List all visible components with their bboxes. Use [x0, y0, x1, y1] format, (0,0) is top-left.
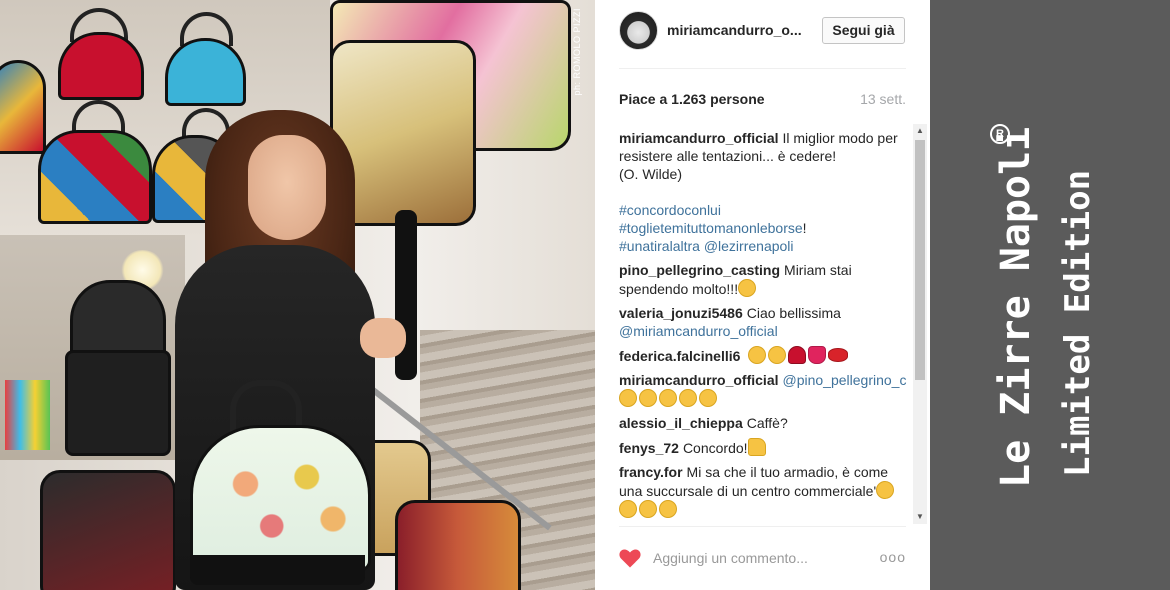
kiss-emoji-icon: [699, 389, 717, 407]
kiss-emoji-icon: [679, 389, 697, 407]
scroll-up-arrow-icon[interactable]: ▲: [913, 124, 927, 138]
post-header: miriamcandurro_o... Segui già: [595, 0, 930, 69]
caption: miriamcandurro_official Il miglior modo p…: [619, 129, 907, 255]
rose-emoji-icon: [788, 346, 807, 364]
heart-eyes-emoji-icon: [768, 346, 787, 364]
grimace-emoji-icon: [738, 279, 757, 297]
comment-user[interactable]: francy.for: [619, 464, 683, 480]
heart-eyes-emoji-icon: [748, 346, 767, 364]
comment-item: miriamcandurro_official @pino_pellegrino_…: [619, 371, 907, 408]
comments-scrollbar[interactable]: ▲ ▼: [913, 124, 927, 524]
caption-attribution: (O. Wilde): [619, 166, 682, 182]
header-divider: [619, 68, 906, 69]
hashtag-link[interactable]: #unatiralaltra: [619, 238, 700, 254]
post-username[interactable]: miriamcandurro_o...: [667, 22, 802, 38]
post-age[interactable]: 13 sett.: [860, 91, 906, 107]
brand-edition: Limited Edition: [1058, 169, 1098, 477]
smile-emoji-icon: [619, 500, 637, 518]
follow-button[interactable]: Segui già: [822, 17, 905, 44]
photo-credit: ph: ROMOLO PIZZI: [572, 8, 582, 96]
hashtag-link[interactable]: #concordoconlui: [619, 201, 907, 219]
striped-bag: [0, 60, 46, 154]
post-panel: miriamcandurro_o... Segui già Piace a 1.…: [595, 0, 930, 590]
like-heart-icon[interactable]: [618, 546, 642, 570]
comment-user[interactable]: fenys_72: [619, 440, 679, 456]
kiss-lips-emoji-icon: [828, 348, 849, 362]
thumbs-up-emoji-icon: [747, 438, 766, 456]
person-hand: [360, 318, 406, 358]
brand-name: Le Zirre Napoli: [993, 126, 1039, 488]
comment-item: federica.falcinelli6: [619, 346, 907, 365]
rail-bag: [395, 500, 521, 590]
brand-panel: Le Zirre Napoli Limited Edition R: [930, 0, 1170, 590]
hashtag-link[interactable]: #toglietemituttomanonleborse: [619, 220, 803, 236]
comment-item: francy.for Mi sa che il tuo armadio, è co…: [619, 463, 907, 519]
smile-emoji-icon: [659, 500, 677, 518]
black-hat: [70, 280, 166, 356]
comment-text: Ciao bellissima: [746, 305, 841, 321]
smile-emoji-icon: [639, 500, 657, 518]
comment-user[interactable]: miriamcandurro_official: [619, 130, 779, 146]
post-photo[interactable]: ph: ROMOLO PIZZI: [0, 0, 595, 590]
floor-backpack: [40, 470, 176, 590]
laughing-emoji-icon: [639, 389, 657, 407]
likes-count[interactable]: Piace a 1.263 persone: [619, 91, 765, 107]
black-bag: [65, 350, 171, 456]
comment-item: alessio_il_chieppa Caffè?: [619, 414, 907, 432]
comment-user[interactable]: pino_pellegrino_casting: [619, 262, 780, 278]
comment-user[interactable]: federica.falcinelli6: [619, 348, 740, 364]
comment-item: pino_pellegrino_casting Miriam stai spend…: [619, 261, 907, 298]
comment-item: fenys_72 Concordo!: [619, 438, 907, 457]
heart-emoji-icon: [808, 346, 827, 364]
footer-divider: [619, 526, 906, 527]
more-options-icon[interactable]: ooo: [880, 549, 906, 565]
add-comment-input[interactable]: Aggiungi un commento...: [653, 550, 808, 566]
comment-user[interactable]: alessio_il_chieppa: [619, 415, 743, 431]
red-bag: [58, 32, 144, 100]
mention-link[interactable]: @pino_pellegrino_casting: [783, 372, 908, 388]
registered-mark-icon: R: [990, 124, 1010, 144]
smile-emoji-icon: [619, 389, 637, 407]
scroll-thumb[interactable]: [915, 140, 925, 380]
comments-list[interactable]: miriamcandurro_official Il miglior modo p…: [619, 129, 907, 523]
hashtag-suffix: !: [802, 220, 807, 236]
comment-text: Concordo!: [682, 440, 748, 456]
person-face: [248, 135, 326, 240]
comment-text: Caffè?: [746, 415, 788, 431]
held-floral-bag: [190, 425, 371, 571]
comment-user[interactable]: miriamcandurro_official: [619, 372, 779, 388]
mention-link[interactable]: @miriamcandurro_official: [619, 323, 778, 339]
colored-pencils: [5, 380, 50, 450]
kiss-emoji-icon: [659, 389, 677, 407]
patchwork-bag: [38, 130, 152, 224]
smile-emoji-icon: [876, 481, 895, 499]
comment-item: valeria_jonuzi5486 Ciao bellissima @miria…: [619, 304, 907, 340]
comment-user[interactable]: valeria_jonuzi5486: [619, 305, 743, 321]
avatar[interactable]: [619, 11, 658, 50]
mention-link[interactable]: @lezirrenapoli: [704, 238, 794, 254]
scroll-down-arrow-icon[interactable]: ▼: [913, 510, 927, 524]
held-bag-bottom: [190, 555, 365, 585]
